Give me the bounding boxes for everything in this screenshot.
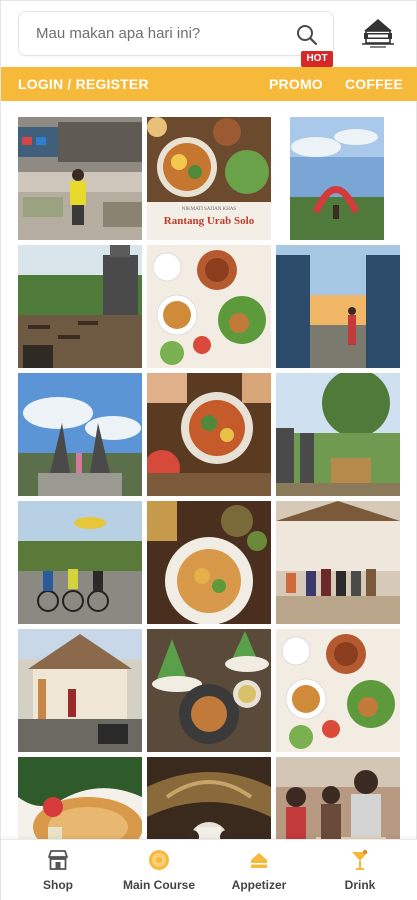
hot-badge: HOT	[301, 51, 333, 67]
photo-noodle-plate	[147, 501, 271, 624]
tile-caption: Rantang Urab Solo	[163, 215, 255, 227]
shop-icon	[48, 850, 68, 870]
bottom-tab-bar: Shop Main Course Appetizer Drink	[1, 839, 417, 900]
search-input[interactable]	[36, 25, 276, 42]
gallery-tile-cafe-terrace[interactable]	[18, 117, 142, 240]
photo-dishes-spread	[276, 629, 400, 752]
tab-shop[interactable]: Shop	[35, 848, 81, 898]
photo-group	[276, 501, 400, 624]
photo-serving-food	[276, 757, 400, 839]
promo-link[interactable]: PROMO	[269, 76, 323, 92]
tab-drink-label: Drink	[344, 878, 376, 892]
search-bar[interactable]	[18, 11, 334, 56]
gallery-tile-cyclists[interactable]	[18, 501, 142, 624]
photo-flower-arch	[276, 117, 400, 240]
login-register-link[interactable]: LOGIN / REGISTER	[18, 76, 149, 92]
gallery-grid: NIKMATI SAJIAN KHAS Rantang Urab Solo	[18, 117, 401, 839]
gallery-tile-traditional-dishes[interactable]	[147, 245, 271, 368]
gallery-tile-garden-gate[interactable]	[276, 373, 400, 496]
gallery-tile-fried-dish[interactable]	[18, 757, 142, 839]
gallery-tile-soup-bowl[interactable]	[147, 373, 271, 496]
plate-icon	[149, 850, 169, 870]
tab-appetizer-label: Appetizer	[231, 878, 287, 892]
tile-caption-small: NIKMATI SAJIAN KHAS	[181, 207, 237, 212]
header: HOT	[1, 1, 417, 67]
gallery-tile-tumpeng[interactable]	[147, 629, 271, 752]
tab-drink[interactable]: Drink	[337, 848, 383, 898]
photo-temple-gate	[276, 245, 400, 368]
photo-cafe-terrace	[18, 117, 142, 240]
gallery-tile-noodle-plate[interactable]	[147, 501, 271, 624]
photo-soup-bowl	[147, 373, 271, 496]
photo-tumpeng	[147, 629, 271, 752]
tab-shop-label: Shop	[43, 878, 73, 892]
photo-garden-gate	[276, 373, 400, 496]
gallery-tile-joglo-house[interactable]	[18, 629, 142, 752]
gallery-tile-group-photo[interactable]	[276, 501, 400, 624]
gallery-tile-split-gate[interactable]	[18, 373, 142, 496]
tab-main-course-label: Main Course	[122, 878, 195, 892]
tab-main-course[interactable]: Main Course	[117, 848, 201, 898]
photo-traditional-dishes	[147, 245, 271, 368]
gallery-tile-outdoor-dining[interactable]	[18, 245, 142, 368]
photo-fried-dish	[18, 757, 142, 839]
photo-outdoor-dining	[18, 245, 142, 368]
photo-rice-dish	[147, 757, 271, 839]
search-icon[interactable]	[295, 23, 319, 47]
cocktail-icon	[352, 849, 368, 870]
gallery-tile-serving-food[interactable]	[276, 757, 400, 839]
photo-split-gate	[18, 373, 142, 496]
app-screen: HOT LOGIN / REGISTER PROMO COFFEE	[0, 0, 417, 900]
gallery-tile-rice-dish[interactable]	[147, 757, 271, 839]
brand-logo[interactable]	[356, 13, 400, 53]
tab-appetizer[interactable]: Appetizer	[223, 848, 295, 898]
gallery-tile-dishes-spread[interactable]	[276, 629, 400, 752]
photo-cyclists	[18, 501, 142, 624]
top-nav: LOGIN / REGISTER PROMO COFFEE	[1, 67, 417, 101]
coffee-link[interactable]: COFFEE	[345, 76, 403, 92]
cake-icon	[251, 853, 267, 868]
photo-joglo-house	[18, 629, 142, 752]
gallery-tile-rantang-urab[interactable]: NIKMATI SAJIAN KHAS Rantang Urab Solo	[147, 117, 271, 240]
gallery-tile-flower-arch[interactable]	[276, 117, 400, 240]
gallery-tile-temple-gate[interactable]	[276, 245, 400, 368]
